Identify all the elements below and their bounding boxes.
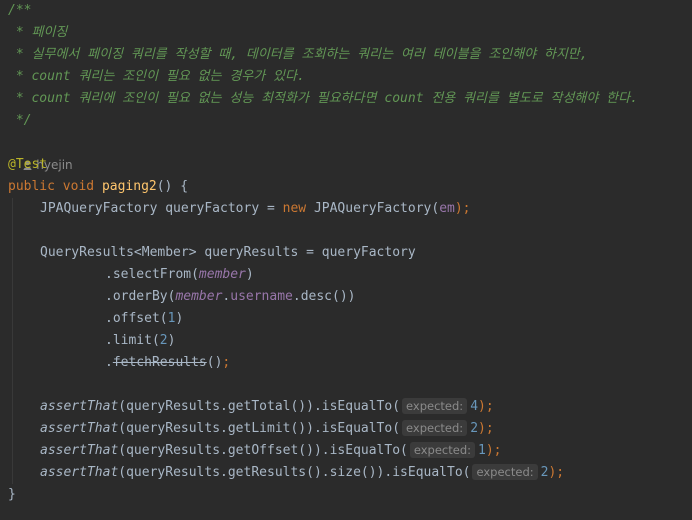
field-em: em	[439, 201, 455, 216]
method-signature: public void paging2() {	[8, 176, 188, 198]
desc-call: .desc())	[292, 289, 356, 304]
keyword-public: public	[8, 179, 55, 194]
assert-arg: (queryResults.getOffset()).isEqualTo(	[118, 443, 408, 458]
call-parens: ()	[206, 355, 223, 370]
results-decl-line: QueryResults<Member> queryResults = quer…	[40, 245, 416, 260]
closing-brace: }	[8, 487, 16, 502]
assert-arg: (queryResults.getTotal()).isEqualTo(	[118, 399, 401, 414]
offset-call: .offset(	[105, 311, 168, 326]
assert-end: );	[478, 399, 494, 414]
expected-value: 2	[470, 421, 479, 436]
comment-line: * 실무에서 페이징 쿼리를 작성할 때, 데이터를 조회하는 쿼리는 여러 테…	[8, 47, 588, 62]
keyword-void: void	[62, 179, 95, 194]
expected-value: 1	[478, 443, 486, 458]
order-by-call: .orderBy(	[105, 289, 176, 304]
dot: .	[105, 355, 113, 370]
param-hint: expected:	[402, 398, 468, 414]
comment-line: * count 쿼리에 조인이 필요 없는 성능 최적화가 필요하다면 coun…	[8, 91, 638, 106]
assert-line: assertThat(queryResults.getResults().siz…	[40, 462, 564, 484]
assert-fn: assertThat	[40, 465, 119, 480]
keyword-new: new	[282, 201, 307, 216]
limit-call: .limit(	[105, 333, 160, 348]
expected-value: 4	[470, 399, 479, 414]
order-by-line: .orderBy(member.username.desc())	[105, 286, 356, 308]
assert-line: assertThat(queryResults.getTotal()).isEq…	[40, 396, 494, 418]
assert-line: assertThat(queryResults.getOffset()).isE…	[40, 440, 502, 462]
assert-end: );	[548, 465, 565, 480]
comment-line: * count 쿼리는 조인이 필요 없는 경우가 있다.	[8, 69, 305, 84]
assert-fn: assertThat	[40, 399, 119, 414]
factory-decl: JPAQueryFactory queryFactory =	[40, 201, 283, 216]
limit-line: .limit(2)	[105, 330, 175, 352]
assert-arg: (queryResults.getResults().size()).isEqu…	[118, 465, 471, 480]
offset-line: .offset(1)	[105, 308, 183, 330]
assert-arg: (queryResults.getLimit()).isEqualTo(	[118, 421, 401, 436]
assert-end: );	[485, 443, 502, 458]
test-annotation: @Test	[8, 157, 48, 172]
assert-fn: assertThat	[40, 443, 119, 458]
assert-fn: assertThat	[40, 421, 119, 436]
member-ref: member	[175, 289, 223, 304]
factory-end: );	[454, 201, 471, 216]
paren-close: )	[245, 267, 254, 282]
factory-line: JPAQueryFactory queryFactory = new JPAQu…	[40, 198, 471, 220]
comment-close: */	[8, 113, 32, 128]
assert-end: );	[478, 421, 494, 436]
indent-guide	[12, 198, 13, 484]
comment-line: * 페이징	[8, 25, 68, 40]
fetch-line: .fetchResults();	[105, 352, 230, 374]
paren-close: )	[167, 333, 176, 348]
semicolon: ;	[222, 355, 231, 370]
author-hint[interactable]: hyejin	[8, 132, 73, 172]
assert-line: assertThat(queryResults.getLimit()).isEq…	[40, 418, 494, 440]
limit-value: 2	[159, 333, 168, 348]
method-sig-end: () {	[156, 179, 189, 194]
factory-ctor: JPAQueryFactory(	[306, 201, 440, 216]
paren-close: )	[175, 311, 184, 326]
method-name[interactable]: paging2	[102, 179, 157, 194]
comment-open: /**	[8, 3, 32, 18]
member-ref: member	[198, 267, 246, 282]
param-hint: expected:	[402, 420, 468, 436]
deprecated-fetch-results[interactable]: fetchResults	[113, 355, 207, 370]
param-hint: expected:	[409, 442, 476, 458]
username-field: username	[230, 289, 293, 304]
select-from-line: .selectFrom(member)	[105, 264, 254, 286]
param-hint: expected:	[472, 464, 538, 480]
code-editor[interactable]: /** * 페이징 * 실무에서 페이징 쿼리를 작성할 때, 데이터를 조회하…	[0, 0, 692, 520]
select-from-call: .selectFrom(	[105, 267, 199, 282]
